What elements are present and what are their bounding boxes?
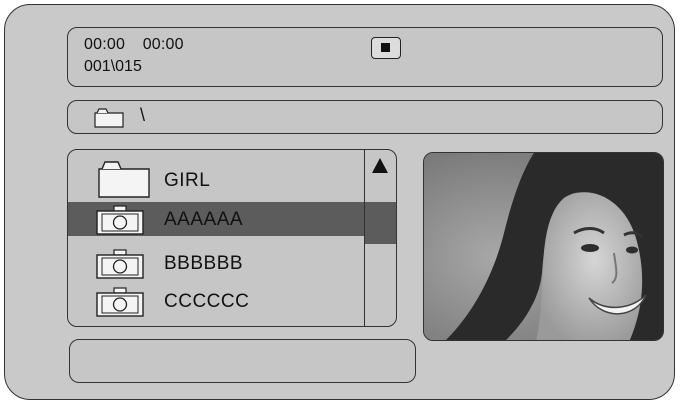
camera-icon <box>96 205 144 235</box>
item-label: AAAAAA <box>164 209 244 230</box>
camera-icon <box>96 249 144 279</box>
item-label: GIRL <box>164 170 211 191</box>
preview-image <box>424 153 663 340</box>
list-item-folder[interactable]: GIRL <box>68 158 364 198</box>
info-bar <box>69 339 416 383</box>
folder-icon <box>98 161 150 198</box>
total-time: 00:00 <box>142 36 184 53</box>
list-item-selected[interactable]: AAAAAA <box>68 202 364 236</box>
scrollbar[interactable] <box>364 150 396 326</box>
current-path: \ <box>140 105 146 125</box>
photo-preview <box>423 152 664 341</box>
up-arrow-icon[interactable] <box>372 158 388 173</box>
list-item[interactable]: CCCCCC <box>68 284 364 318</box>
track-counter: 001\015 <box>84 58 142 75</box>
folder-icon <box>94 108 124 128</box>
player-screen: 00:00 00:00 001\015 \ GIRL AAAAAA BBBBBB… <box>4 4 675 400</box>
time-display: 00:00 00:00 <box>84 36 197 54</box>
stop-icon <box>381 43 390 52</box>
stop-button[interactable] <box>371 37 401 59</box>
file-list: GIRL AAAAAA BBBBBB CCCCCC <box>67 149 397 327</box>
item-label: CCCCCC <box>164 291 250 312</box>
scrollbar-thumb[interactable] <box>365 202 396 244</box>
path-bar: \ <box>67 100 663 134</box>
status-bar: 00:00 00:00 001\015 <box>67 27 663 87</box>
elapsed-time: 00:00 <box>84 36 126 53</box>
item-label: BBBBBB <box>164 253 244 274</box>
camera-icon <box>96 287 144 317</box>
list-item[interactable]: BBBBBB <box>68 246 364 280</box>
